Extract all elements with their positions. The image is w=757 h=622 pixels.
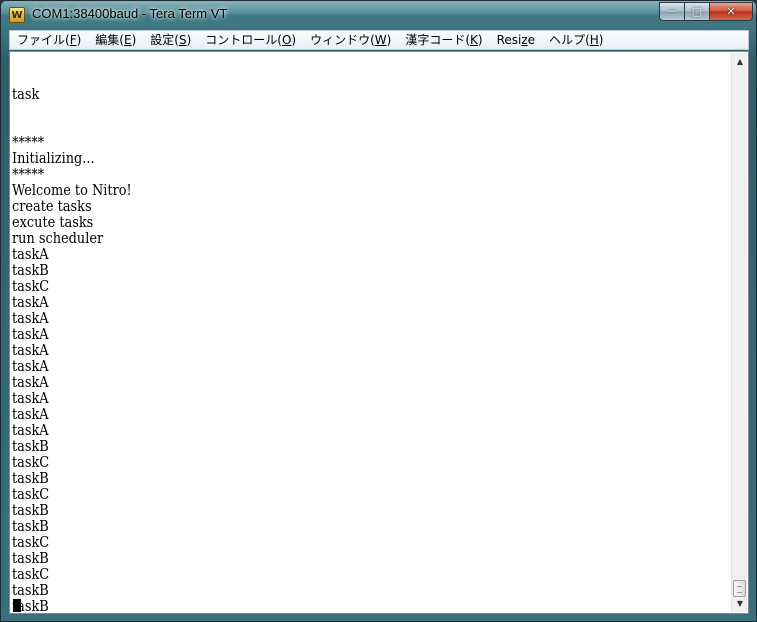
- terminal-line: Welcome to Nitro!: [12, 181, 132, 199]
- terminal-line: taskA: [12, 357, 49, 375]
- close-icon: ✕: [726, 5, 736, 18]
- scroll-down-button[interactable]: ▼: [732, 595, 748, 612]
- terminal-line: taskA: [12, 245, 49, 263]
- close-button[interactable]: ✕: [710, 2, 753, 21]
- menu-kanji-code[interactable]: 漢字コード(K): [398, 31, 489, 49]
- window-title: COM1:38400baud - Tera Term VT: [32, 6, 228, 21]
- app-icon[interactable]: W: [9, 7, 25, 23]
- menu-resize[interactable]: Resize: [490, 31, 542, 49]
- terminal-line: taskA: [12, 341, 49, 359]
- text-cursor: [13, 599, 21, 612]
- menu-edit[interactable]: 編集(E): [88, 31, 143, 49]
- menu-bar: ファイル(F) 編集(E) 設定(S) コントロール(O) ウィンドウ(W) 漢…: [9, 30, 749, 50]
- menu-control[interactable]: コントロール(O): [198, 31, 303, 49]
- terminal-line: taskB: [12, 501, 49, 519]
- terminal-line: *****: [12, 165, 45, 183]
- terminal-line: taskB: [12, 597, 49, 612]
- terminal-line: Initializing...: [12, 149, 95, 167]
- terminal-line: taskA: [12, 293, 49, 311]
- menu-setup[interactable]: 設定(S): [143, 31, 198, 49]
- terminal-line: task: [12, 85, 40, 103]
- maximize-button[interactable]: □: [685, 2, 710, 21]
- arrow-down-icon: ▼: [736, 599, 744, 608]
- title-bar[interactable]: W COM1:38400baud - Tera Term VT ─ □ ✕: [1, 1, 756, 29]
- terminal-line: taskA: [12, 421, 49, 439]
- terminal-line: create tasks: [12, 197, 92, 215]
- terminal-frame: task ***** Initializing... ***** Welcome to …: [9, 51, 749, 614]
- maximize-icon: □: [691, 5, 703, 18]
- terminal-line: taskA: [12, 405, 49, 423]
- terminal-line: taskA: [12, 373, 49, 391]
- window-controls: ─ □ ✕: [659, 2, 753, 21]
- minimize-icon: ─: [668, 5, 676, 18]
- terminal-line: taskC: [12, 533, 50, 551]
- terminal-line: taskB: [12, 261, 49, 279]
- terminal-line: taskB: [12, 437, 49, 455]
- terminal-line: taskA: [12, 389, 49, 407]
- terminal-line: taskA: [12, 325, 49, 343]
- terminal-line: excute tasks: [12, 213, 94, 231]
- terminal-line: taskB: [12, 517, 49, 535]
- arrow-up-icon: ▲: [736, 57, 744, 66]
- terminal-output[interactable]: task ***** Initializing... ***** Welcome to …: [11, 53, 732, 612]
- terminal-lines: task ***** Initializing... ***** Welcome to …: [12, 70, 151, 612]
- minimize-button[interactable]: ─: [659, 2, 685, 21]
- terminal-line: taskB: [12, 469, 49, 487]
- vertical-scrollbar[interactable]: ▲ ▼: [731, 53, 747, 612]
- terminal-line: taskB: [12, 549, 49, 567]
- terminal-line: taskA: [12, 309, 49, 327]
- terminal-line: taskB: [12, 581, 49, 599]
- menu-help[interactable]: ヘルプ(H): [542, 31, 610, 49]
- terminal-line: taskC: [12, 277, 50, 295]
- terminal-line: taskC: [12, 485, 50, 503]
- menu-file[interactable]: ファイル(F): [10, 31, 88, 49]
- terminal-line: *****: [12, 133, 45, 151]
- terminal-window: W COM1:38400baud - Tera Term VT ─ □ ✕ ファ…: [0, 0, 757, 622]
- scroll-up-button[interactable]: ▲: [732, 53, 748, 70]
- terminal-line: taskC: [12, 453, 50, 471]
- terminal-line: run scheduler: [12, 229, 104, 247]
- menu-window[interactable]: ウィンドウ(W): [303, 31, 398, 49]
- terminal-line: taskC: [12, 565, 50, 583]
